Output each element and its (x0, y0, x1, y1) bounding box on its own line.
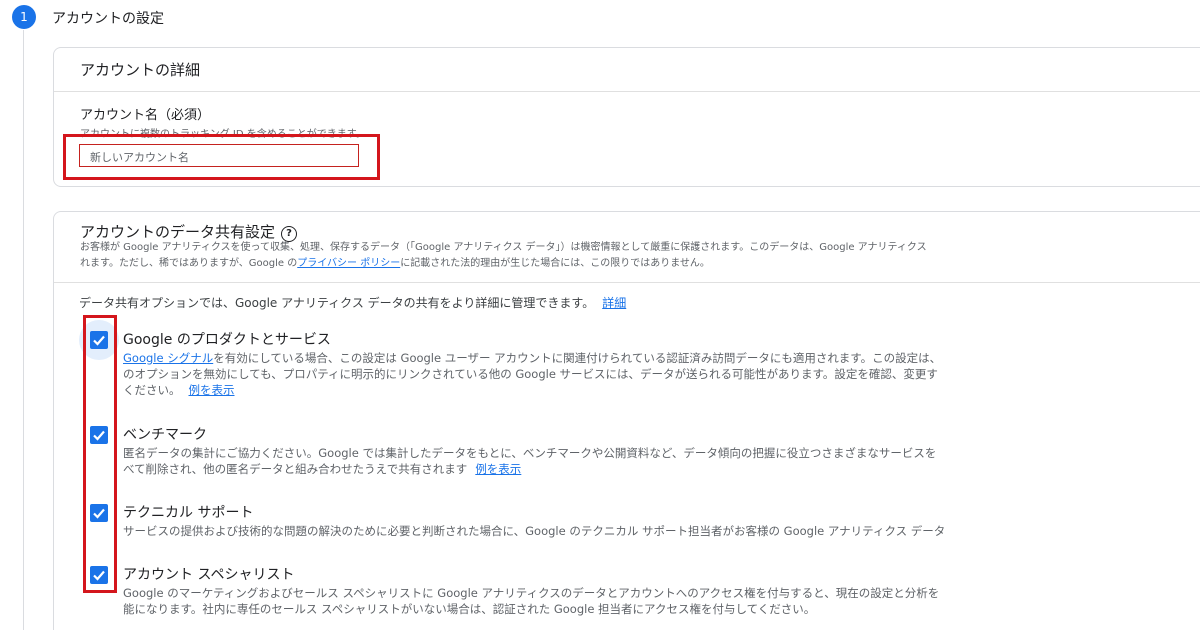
data-sharing-title-row: アカウントのデータ共有設定? (80, 221, 298, 242)
description-line-1: お客様が Google アナリティクスを使って収集、処理、保存するデータ（「Go… (80, 242, 927, 253)
account-details-title: アカウントの詳細 (80, 61, 201, 79)
checkmark-icon (93, 430, 105, 441)
google-signals-link[interactable]: Google シグナル (123, 351, 213, 365)
data-sharing-description: お客様が Google アナリティクスを使って収集、処理、保存するデータ（「Go… (80, 240, 1200, 272)
option-text: 能になります。社内に専任のセールス スペシャリストがいない場合は、認証された G… (123, 602, 816, 616)
account-setup-page: 1 アカウントの設定 アカウントの詳細 アカウント名（必須） アカウントに複数の… (0, 0, 1200, 630)
step-number-badge: 1 (12, 5, 36, 29)
show-example-link[interactable]: 例を表示 (475, 462, 521, 476)
learn-more-link[interactable]: 詳細 (602, 296, 626, 310)
option-text: 匿名データの集計にご協力ください。Google では集計したデータをもとに、ベン… (123, 446, 937, 460)
description-text: れます。ただし、稀ではありますが、Google の (80, 258, 298, 269)
option-description: Google シグナルを有効にしている場合、この設定は Google ユーザー … (123, 350, 1200, 398)
show-example-link[interactable]: 例を表示 (189, 383, 235, 397)
technical-support-checkbox[interactable] (90, 504, 108, 522)
privacy-policy-link[interactable]: プライバシー ポリシー (297, 258, 400, 269)
checkmark-icon (93, 570, 105, 581)
option-title: テクニカル サポート (123, 505, 254, 521)
sharing-intro-text: データ共有オプションでは、Google アナリティクス データの共有をより詳細に… (79, 296, 595, 310)
description-text: に記載された法的理由が生じた場合には、この限りではありません。 (400, 258, 710, 269)
option-title: Google のプロダクトとサービス (123, 332, 331, 348)
account-specialist-checkbox[interactable] (90, 566, 108, 584)
google-products-checkbox[interactable] (90, 331, 108, 349)
option-title: アカウント スペシャリスト (123, 567, 295, 583)
sharing-intro: データ共有オプションでは、Google アナリティクス データの共有をより詳細に… (79, 294, 626, 311)
option-text: べて削除され、他の匿名データと組み合わせたうえで共有されます (123, 462, 468, 476)
account-details-header: アカウントの詳細 (54, 48, 1200, 92)
data-sharing-header: アカウントのデータ共有設定? お客様が Google アナリティクスを使って収集… (54, 212, 1200, 283)
option-description: Google のマーケティングおよびセールス スペシャリストに Google ア… (123, 585, 1200, 617)
step-title: アカウントの設定 (52, 11, 164, 27)
checkmark-icon (93, 335, 105, 346)
option-text: サービスの提供および技術的な問題の解決のために必要と判断された場合に、Googl… (123, 524, 946, 538)
data-sharing-title: アカウントのデータ共有設定 (80, 223, 276, 241)
option-description: 匿名データの集計にご協力ください。Google では集計したデータをもとに、ベン… (123, 445, 1200, 477)
checkmark-icon (93, 508, 105, 519)
option-description: サービスの提供および技術的な問題の解決のために必要と判断された場合に、Googl… (123, 523, 1200, 539)
account-name-input[interactable]: 新しいアカウント名 (79, 144, 359, 167)
option-text: のオプションを無効にしても、プロパティに明示的にリンクされている他の Googl… (123, 367, 938, 381)
benchmarking-checkbox[interactable] (90, 426, 108, 444)
stepper-line (23, 30, 24, 630)
option-text: を有効にしている場合、この設定は Google ユーザー アカウントに関連付けら… (213, 351, 942, 365)
account-name-help: アカウントに複数のトラッキング ID を含めることができます。 (80, 129, 366, 140)
option-title: ベンチマーク (123, 427, 207, 443)
account-name-label: アカウント名（必須） (80, 108, 211, 123)
option-text: ください。 (123, 383, 181, 397)
description-line-2: れます。ただし、稀ではありますが、Google のプライバシー ポリシーに記載さ… (80, 256, 1200, 272)
option-text: Google のマーケティングおよびセールス スペシャリストに Google ア… (123, 586, 940, 600)
